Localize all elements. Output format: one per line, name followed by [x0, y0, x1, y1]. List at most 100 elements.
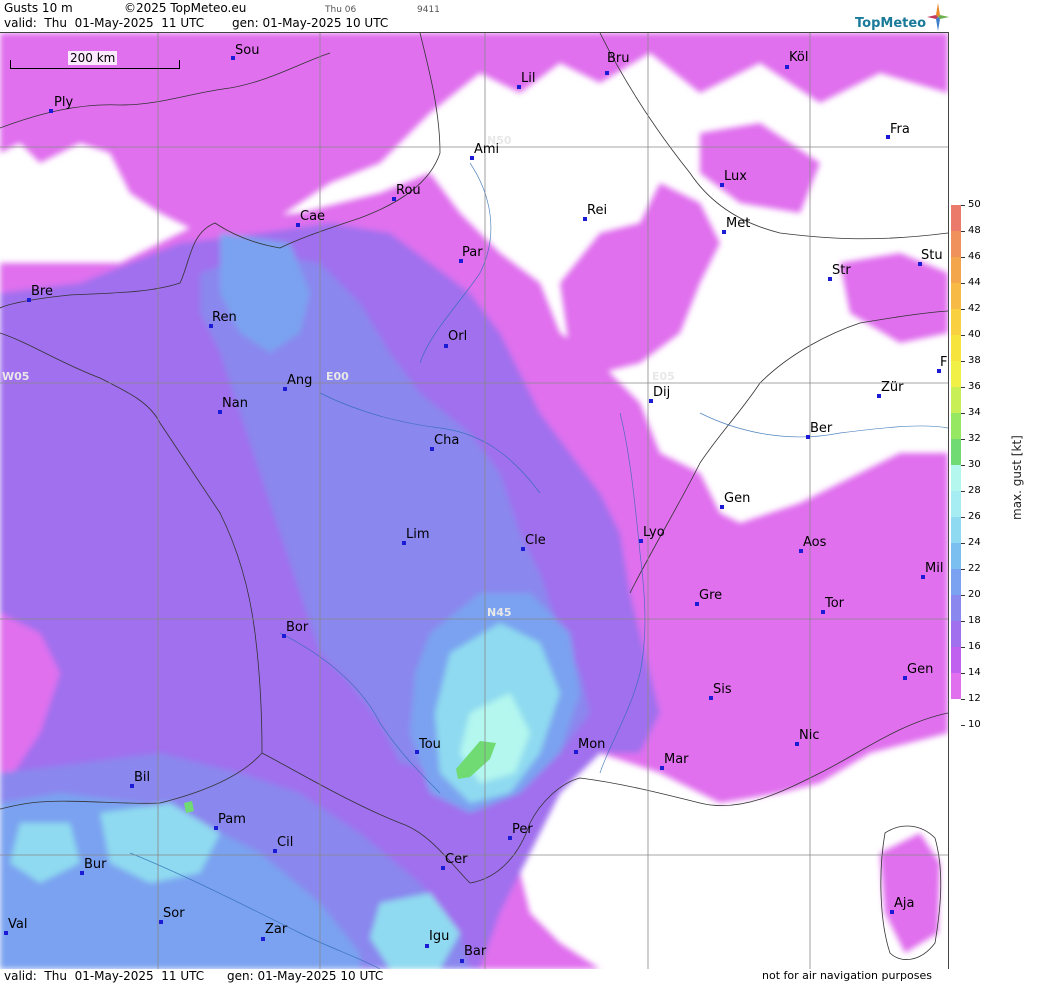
city-label: Ply	[54, 95, 74, 110]
legend-tick-label: 42	[968, 303, 981, 314]
city-label: Rei	[587, 203, 608, 218]
city-label: Bar	[464, 944, 487, 959]
legend-tick	[961, 595, 965, 596]
legend-swatch	[951, 621, 961, 647]
city-label: Mil	[925, 561, 944, 576]
city-label: Bur	[84, 857, 107, 872]
legend-tick-label: 38	[968, 355, 981, 366]
city-label: Met	[726, 216, 751, 231]
city-label: Aos	[803, 535, 827, 550]
legend-tick	[961, 673, 965, 674]
scale-bar-label: 200 km	[68, 51, 118, 65]
legend-swatch	[951, 569, 961, 595]
city-label: Ang	[287, 373, 313, 388]
legend-swatch	[951, 309, 961, 335]
legend-tick	[961, 439, 965, 440]
day-label: Thu 06	[325, 5, 357, 15]
city-label: Bru	[607, 51, 630, 66]
legend-tick-label: 12	[968, 693, 981, 704]
legend-tick	[961, 491, 965, 492]
city-label: Cle	[525, 533, 546, 548]
city-label: Köl	[789, 50, 809, 65]
city-label: Zür	[881, 380, 904, 395]
legend-tick-label: 48	[968, 225, 981, 236]
city-label: Bil	[134, 770, 151, 785]
legend-tick-label: 26	[968, 511, 981, 522]
city-label: Mar	[664, 752, 689, 767]
legend-tick	[961, 647, 965, 648]
valid-time: valid: Thu 01-May-2025 11 UTC	[4, 16, 205, 30]
legend-tick	[961, 361, 965, 362]
city-label: Igu	[429, 929, 450, 944]
grid-label-e00: E00	[326, 370, 349, 383]
city-label: Per	[512, 822, 533, 837]
legend-tick-label: 14	[968, 667, 981, 678]
legend-tick	[961, 257, 965, 258]
city-label: Bre	[31, 284, 53, 299]
legend-tick	[961, 465, 965, 466]
city-label: F	[940, 355, 948, 370]
footer-disclaimer: not for air navigation purposes	[762, 969, 932, 982]
city-label: Gre	[699, 588, 723, 603]
legend-tick-label: 18	[968, 615, 981, 626]
small-code: 9411	[417, 5, 440, 15]
map-canvas	[0, 33, 948, 969]
legend-swatch	[951, 647, 961, 673]
city-label: Tor	[825, 596, 845, 611]
city-label: Zar	[265, 922, 288, 937]
legend-tick	[961, 413, 965, 414]
city-label: Dij	[653, 385, 671, 400]
legend-tick	[961, 387, 965, 388]
city-label: Cae	[300, 209, 326, 224]
legend-tick-label: 10	[968, 719, 981, 730]
legend-tick-label: 20	[968, 589, 981, 600]
legend-tick	[961, 725, 965, 726]
generated-time: gen: 01-May-2025 10 UTC	[232, 16, 389, 30]
city-label: Aja	[894, 896, 915, 911]
legend-tick	[961, 335, 965, 336]
legend-title: max. gust [kt]	[1010, 435, 1024, 520]
city-label: Par	[462, 245, 483, 260]
legend-tick	[961, 621, 965, 622]
legend-swatch	[951, 257, 961, 283]
legend-tick	[961, 309, 965, 310]
city-label: Sis	[713, 682, 732, 697]
city-label: Cha	[434, 433, 460, 448]
city-label: Bor	[286, 620, 309, 635]
legend-swatch	[951, 465, 961, 491]
legend-tick-label: 50	[968, 199, 981, 210]
legend-tick-label: 36	[968, 381, 981, 392]
compass-star-icon	[927, 3, 949, 31]
legend-swatch	[951, 387, 961, 413]
city-label: Val	[8, 917, 28, 932]
city-label: Rou	[396, 183, 421, 198]
product-title: Gusts 10 m	[4, 1, 73, 15]
city-label: Lux	[724, 169, 747, 184]
city-label: Cil	[277, 835, 294, 850]
city-label: Mon	[578, 737, 606, 752]
city-label: Sou	[235, 43, 260, 58]
grid-label-n45: N45	[487, 606, 512, 619]
legend-swatch	[951, 283, 961, 309]
city-label: Orl	[448, 329, 468, 344]
grid-label-e05: E05	[652, 370, 675, 383]
legend-swatch	[951, 439, 961, 465]
legend-tick-label: 46	[968, 251, 981, 262]
legend-swatch	[951, 413, 961, 439]
gust-map[interactable]: N50 N45 W05 E00 E05 200 km Sou Ply Lil B…	[0, 32, 949, 969]
legend-tick	[961, 543, 965, 544]
legend-swatch	[951, 231, 961, 257]
city-label: Stu	[921, 248, 943, 263]
legend-swatch	[951, 673, 961, 699]
legend-tick-label: 34	[968, 407, 981, 418]
scale-bar: 200 km	[10, 51, 180, 69]
legend-tick-label: 22	[968, 563, 981, 574]
legend-tick-label: 16	[968, 641, 981, 652]
legend-tick	[961, 569, 965, 570]
grid-label-w05: W05	[2, 370, 30, 383]
legend-tick	[961, 283, 965, 284]
copyright: ©2025 TopMeteo.eu	[124, 1, 247, 15]
legend-tick	[961, 699, 965, 700]
city-label: Ren	[212, 310, 237, 325]
legend-tick	[961, 517, 965, 518]
